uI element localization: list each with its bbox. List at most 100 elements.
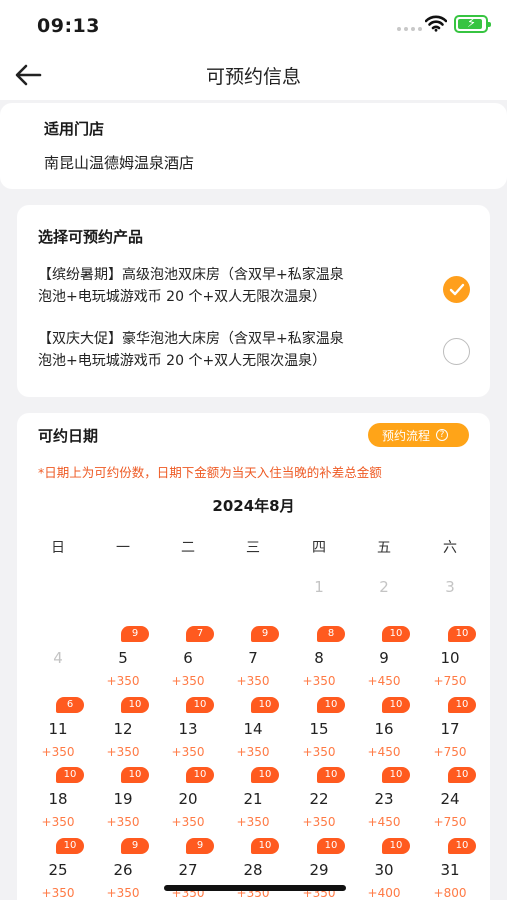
weekday-label: 日 (51, 540, 65, 556)
calendar-day[interactable]: 17 (430, 720, 470, 738)
availability-badge: 10 (121, 697, 149, 713)
calendar-day[interactable]: 10 (430, 649, 470, 667)
store-label: 适用门店 (44, 120, 105, 138)
cellular-signal-icon (397, 27, 422, 31)
calendar-day[interactable]: 27 (168, 861, 208, 879)
price-difference: +350 (236, 815, 270, 829)
price-difference: +400 (367, 886, 401, 900)
availability-badge: 10 (251, 838, 279, 854)
availability-badge: 10 (448, 697, 476, 713)
calendar-day: 3 (445, 578, 455, 596)
price-difference: +350 (171, 815, 205, 829)
calendar-day: 2 (379, 578, 389, 596)
price-difference: +350 (41, 745, 75, 759)
availability-badge: 10 (317, 697, 345, 713)
calendar-day[interactable]: 18 (38, 790, 78, 808)
calendar-day[interactable]: 5 (103, 649, 143, 667)
calendar-day[interactable]: 15 (299, 720, 339, 738)
price-difference: +350 (171, 674, 205, 688)
calendar-day[interactable]: 22 (299, 790, 339, 808)
calendar-day[interactable]: 9 (364, 649, 404, 667)
calendar-day[interactable]: 31 (430, 861, 470, 879)
calendar-day[interactable]: 25 (38, 861, 78, 879)
price-difference: +350 (106, 886, 140, 900)
availability-badge: 10 (186, 697, 214, 713)
availability-badge: 7 (186, 626, 214, 642)
availability-badge: 10 (448, 838, 476, 854)
product-section-title: 选择可预约产品 (38, 228, 144, 246)
price-difference: +350 (41, 815, 75, 829)
price-difference: +350 (236, 745, 270, 759)
date-note: *日期上为可约份数，日期下金额为当天入住当晚的补差总金额 (38, 465, 382, 480)
date-section-title: 可约日期 (38, 427, 99, 445)
product-option-line: 【缤纷暑期】高级泡池双床房（含双早+私家温泉 (38, 267, 344, 283)
calendar-day[interactable]: 14 (233, 720, 273, 738)
status-time: 09:13 (37, 15, 100, 37)
calendar-day[interactable]: 23 (364, 790, 404, 808)
store-name: 南昆山温德姆温泉酒店 (44, 154, 195, 172)
weekday-label: 二 (181, 540, 195, 556)
availability-badge: 10 (382, 626, 410, 642)
calendar-day[interactable]: 11 (38, 720, 78, 738)
calendar-day[interactable]: 13 (168, 720, 208, 738)
calendar-day[interactable]: 24 (430, 790, 470, 808)
calendar-month: 2024年8月 (212, 497, 295, 515)
availability-badge: 10 (317, 838, 345, 854)
question-icon: ? (436, 429, 449, 441)
calendar-day[interactable]: 28 (233, 861, 273, 879)
calendar-day[interactable]: 6 (168, 649, 208, 667)
availability-badge: 10 (56, 767, 84, 783)
price-difference: +350 (302, 815, 336, 829)
availability-badge: 10 (382, 767, 410, 783)
availability-badge: 10 (56, 838, 84, 854)
availability-badge: 6 (56, 697, 84, 713)
battery-charging-icon: ⚡ (454, 15, 491, 33)
product-option-0[interactable]: 【缤纷暑期】高级泡池双床房（含双早+私家温泉 泡池+电玩城游戏币 20 个+双人… (38, 264, 428, 308)
calendar-day[interactable]: 19 (103, 790, 143, 808)
availability-badge: 10 (186, 767, 214, 783)
availability-badge: 9 (121, 626, 149, 642)
price-difference: +350 (106, 745, 140, 759)
calendar-day[interactable]: 21 (233, 790, 273, 808)
wifi-icon (425, 15, 447, 32)
booking-flow-label: 预约流程 (382, 428, 431, 443)
price-difference: +350 (302, 674, 336, 688)
availability-badge: 9 (121, 838, 149, 854)
availability-badge: 10 (121, 767, 149, 783)
availability-badge: 10 (251, 697, 279, 713)
weekday-label: 六 (443, 540, 457, 556)
calendar-day[interactable]: 12 (103, 720, 143, 738)
weekday-label: 一 (116, 540, 130, 556)
store-section (0, 103, 507, 189)
product-radio-unselected[interactable] (443, 338, 470, 365)
calendar-day[interactable]: 16 (364, 720, 404, 738)
price-difference: +450 (367, 674, 401, 688)
calendar-day[interactable]: 8 (299, 649, 339, 667)
price-difference: +350 (171, 745, 205, 759)
product-option-line: 泡池+电玩城游戏币 20 个+双人无限次温泉） (38, 289, 327, 305)
product-option-1[interactable]: 【双庆大促】豪华泡池大床房（含双早+私家温泉 泡池+电玩城游戏币 20 个+双人… (38, 328, 428, 372)
calendar-day[interactable]: 29 (299, 861, 339, 879)
booking-flow-button[interactable]: 预约流程 ? (368, 423, 469, 447)
price-difference: +450 (367, 815, 401, 829)
weekday-label: 四 (312, 540, 326, 556)
price-difference: +750 (433, 815, 467, 829)
availability-badge: 10 (317, 767, 345, 783)
product-radio-selected[interactable] (443, 276, 470, 303)
calendar-day[interactable]: 7 (233, 649, 273, 667)
availability-badge: 10 (448, 626, 476, 642)
weekday-label: 三 (246, 540, 260, 556)
price-difference: +350 (302, 745, 336, 759)
check-icon (449, 283, 465, 296)
status-bar: 09:13 ⚡ (0, 0, 507, 50)
product-option-line: 【双庆大促】豪华泡池大床房（含双早+私家温泉 (38, 331, 344, 347)
calendar-day: 4 (53, 649, 63, 667)
availability-badge: 10 (382, 697, 410, 713)
calendar-day[interactable]: 30 (364, 861, 404, 879)
price-difference: +350 (106, 674, 140, 688)
availability-badge: 10 (382, 838, 410, 854)
product-option-line: 泡池+电玩城游戏币 20 个+双人无限次温泉） (38, 353, 327, 369)
availability-badge: 10 (251, 767, 279, 783)
calendar-day[interactable]: 26 (103, 861, 143, 879)
calendar-day[interactable]: 20 (168, 790, 208, 808)
